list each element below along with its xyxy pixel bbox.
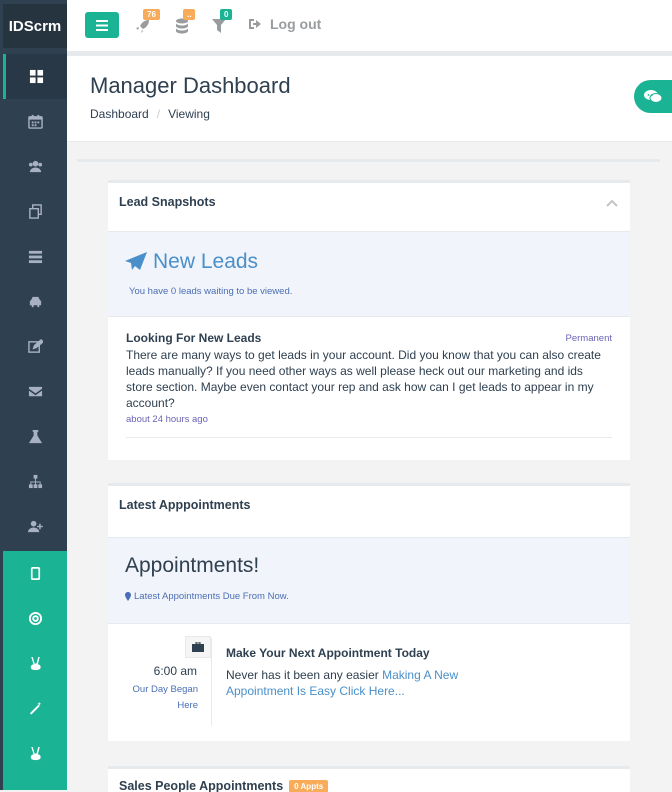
envelope-icon xyxy=(28,386,42,397)
appointments-subtext: Latest Appointments Due From Now. xyxy=(125,591,289,602)
paper-plane-icon xyxy=(125,252,147,270)
appointments-jumbotron: Appointments! Latest Appointments Due Fr… xyxy=(108,538,630,624)
files-icon xyxy=(28,204,42,219)
timeline-line xyxy=(211,638,212,726)
sidebar-item-support[interactable] xyxy=(3,596,67,641)
sales-badge: 0 Appts xyxy=(289,779,329,792)
lifebuoy-icon xyxy=(28,611,42,626)
notification-filter[interactable]: 0 xyxy=(212,9,234,36)
appointments-panel: Latest Apppointments Appointments! Lates… xyxy=(108,483,630,741)
timeline-time: 6:00 am xyxy=(153,664,197,678)
sidebar-item-victory-1[interactable] xyxy=(3,641,67,686)
appointments-title: Latest Apppointments xyxy=(119,498,251,512)
sidebar-item-files[interactable] xyxy=(3,189,67,234)
sidebar-item-edit[interactable] xyxy=(3,324,67,369)
appointments-subtext-label: Latest Appointments Due From Now. xyxy=(134,591,289,602)
chat-button[interactable] xyxy=(634,80,672,113)
logout-label: Log out xyxy=(270,16,322,32)
edit-icon xyxy=(27,339,43,353)
sidebar-item-tablet[interactable] xyxy=(3,551,67,596)
rocket-icon xyxy=(136,20,149,33)
breadcrumb: Dashboard / Viewing xyxy=(90,107,210,121)
tablet-icon xyxy=(30,567,40,580)
briefcase-icon xyxy=(192,642,204,652)
new-leads-jumbotron: New Leads You have 0 leads waiting to be… xyxy=(108,232,630,317)
notification-badge: .. xyxy=(183,9,196,20)
victory-icon xyxy=(30,746,41,761)
sidebar-item-users[interactable] xyxy=(3,144,67,189)
timeline-item: 6:00 am Our Day Began Here Make Your Nex… xyxy=(108,624,630,744)
page-heading: Manager Dashboard Dashboard / Viewing xyxy=(67,56,672,142)
panel-title: Sales People Appointments 0 Appts xyxy=(119,779,329,792)
breadcrumb-dashboard[interactable]: Dashboard xyxy=(90,107,149,121)
users-icon xyxy=(28,160,42,173)
sidebar-item-calendar[interactable] xyxy=(3,99,67,144)
hamburger-icon xyxy=(96,19,108,31)
flask-icon xyxy=(28,429,42,444)
car-icon xyxy=(29,296,41,308)
timeline-heading: Make Your Next Appointment Today xyxy=(226,646,430,660)
menu-toggle-button[interactable] xyxy=(85,12,119,38)
lead-snapshots-panel: Lead Snapshots New Leads You have 0 lead… xyxy=(108,180,630,460)
new-leads-subtext: You have 0 leads waiting to be viewed. xyxy=(129,286,293,297)
sidebar-item-mail[interactable] xyxy=(3,369,67,414)
feed-text: There are many ways to get leads in your… xyxy=(126,348,601,410)
panel-title: Latest Apppointments xyxy=(108,486,630,538)
sidebar-item-victory-2[interactable] xyxy=(3,731,67,776)
sidebar-item-hierarchy[interactable] xyxy=(3,459,67,504)
content-divider xyxy=(77,159,660,162)
user-plus-icon xyxy=(27,520,43,533)
sidebar-item-car[interactable] xyxy=(3,279,67,324)
brand-logo[interactable]: IDScrm xyxy=(3,4,67,48)
page-title: Manager Dashboard xyxy=(90,73,291,98)
feed-title: Looking For New Leads xyxy=(126,331,262,345)
new-leads-title: New Leads xyxy=(153,250,259,273)
map-marker-icon xyxy=(125,592,131,601)
sidebar-item-add-user[interactable] xyxy=(3,504,67,549)
dashboard-icon xyxy=(29,69,44,84)
sidebar-item-magic[interactable] xyxy=(3,686,67,731)
notification-badge: 76 xyxy=(143,9,160,20)
sign-out-icon xyxy=(249,19,261,29)
chevron-up-icon[interactable] xyxy=(606,197,618,209)
notification-badge: 0 xyxy=(220,9,233,20)
sidebar-item-list[interactable] xyxy=(3,234,67,279)
notification-rocket[interactable]: 76 xyxy=(135,9,160,36)
list-icon xyxy=(28,250,42,264)
database-icon xyxy=(176,18,188,34)
sidebar-item-lab[interactable] xyxy=(3,414,67,459)
feed-item: Looking For New Leads Permanent There ar… xyxy=(108,317,630,438)
sales-appointments-title: Sales People Appointments xyxy=(119,779,284,792)
top-navbar: 76 .. 0 Log out xyxy=(67,0,672,52)
victory-icon xyxy=(30,656,41,671)
sitemap-icon xyxy=(28,474,42,489)
lead-snapshots-title: Lead Snapshots xyxy=(119,195,216,209)
timeline-text: Never has it been any easier Making A Ne… xyxy=(226,667,486,699)
filter-icon xyxy=(212,19,226,33)
sales-appointments-panel: Sales People Appointments 0 Appts xyxy=(108,766,630,792)
sidebar-item-dashboard[interactable] xyxy=(3,54,67,99)
notification-database[interactable]: .. xyxy=(175,9,197,36)
feed-divider xyxy=(126,437,612,438)
timeline-icon-box xyxy=(185,636,211,658)
appointments-heading: Appointments! xyxy=(125,554,260,577)
feed-tag: Permanent xyxy=(565,333,612,344)
chat-icon xyxy=(644,90,662,103)
magic-wand-icon xyxy=(29,701,41,715)
calendar-icon xyxy=(27,114,43,129)
timeline-when: Our Day Began Here xyxy=(132,684,198,711)
timeline-text-body: Never has it been any easier xyxy=(226,668,383,682)
breadcrumb-viewing: Viewing xyxy=(168,107,210,121)
new-leads-heading: New Leads xyxy=(125,250,258,274)
feed-timestamp: about 24 hours ago xyxy=(126,414,208,425)
panel-title: Lead Snapshots xyxy=(108,183,630,232)
breadcrumb-separator: / xyxy=(156,107,161,121)
logout-link[interactable]: Log out xyxy=(249,16,321,32)
